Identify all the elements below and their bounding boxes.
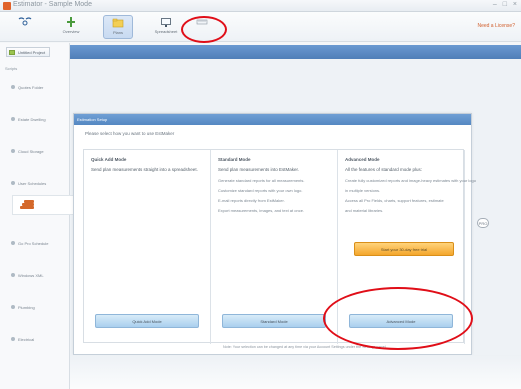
sidebar-header: Scripts	[5, 66, 18, 71]
sidebar-item-label: Electrical	[18, 336, 35, 342]
panel-subtitle: Send plan measurements into EstMaker.	[218, 167, 300, 172]
tool-measure[interactable]	[187, 15, 217, 39]
panel-bullet: in multiple versions.	[345, 188, 381, 193]
quick-add-mode-button[interactable]: Quick Add Mode	[95, 314, 199, 328]
sidebar-item[interactable]: Electrical	[11, 335, 66, 343]
spreadsheet-label: Spreadsheet	[154, 29, 178, 34]
sidebar-item-label: Go Pro Schedule	[18, 240, 49, 246]
bottom-area	[70, 355, 521, 389]
advanced-mode-button[interactable]: Advanced Mode	[349, 314, 453, 328]
sidebar-item-label: Estate Dwelling	[18, 116, 46, 122]
panel-bullet: Customize standard reports with your own…	[218, 188, 303, 193]
sidebar-bullet-icon	[11, 305, 15, 309]
sidebar-item[interactable]: User Schedules	[11, 179, 66, 187]
mode-panels: Quick Add Mode Send plan measurements st…	[83, 149, 476, 344]
panel-title: Quick Add Mode	[91, 157, 127, 162]
sidebar-bullet-icon	[11, 117, 15, 121]
sidebar-item[interactable]: Cloud Storage	[11, 147, 66, 155]
sidebar-bullet-icon	[11, 337, 15, 341]
dialog-note: Note: Your selection can be changed at a…	[223, 345, 387, 349]
panel-title: Advanced Mode	[345, 157, 380, 162]
sidebar-bullet-icon	[11, 85, 15, 89]
sidebar-item-label: Windows XML	[18, 272, 44, 278]
panel-bullet: Create fully customized reports and imag…	[345, 178, 476, 183]
tool-plans[interactable]: Plans	[103, 15, 133, 39]
sidebar-item-label: Quotes Folder	[18, 84, 44, 90]
plans-label: Plans	[112, 30, 123, 35]
sidebar-item-label: Plumbing	[18, 304, 35, 310]
dialog-prompt: Please select how you want to use EstMak…	[85, 131, 175, 136]
stack-icon[interactable]	[12, 195, 82, 215]
tool-spreadsheet[interactable]: Spreadsheet	[151, 15, 181, 39]
ribbon-toolbar: Overview Plans Spreadsheet Need a Licens…	[0, 12, 521, 42]
pro-badge-icon[interactable]: PRO	[477, 218, 489, 228]
panel-bullet: Access all Pro Fields, charts, support f…	[345, 198, 444, 203]
sidebar-item[interactable]: Go Pro Schedule	[11, 239, 66, 247]
sidebar: Untitled Project Scripts Quotes Folder E…	[0, 43, 70, 389]
ruler-icon	[195, 16, 209, 28]
panel-bullet: E-mail reports directly from EstMaker.	[218, 198, 285, 203]
window-title: Estimator - Sample Mode	[13, 1, 92, 8]
sidebar-bullet-icon	[11, 241, 15, 245]
sidebar-bullet-icon	[11, 149, 15, 153]
sidebar-item-label: Cloud Storage	[18, 148, 44, 154]
project-icon	[9, 50, 15, 55]
sidebar-item-label: User Schedules	[18, 180, 47, 186]
dialog-title: Estimation Setup	[74, 114, 471, 125]
sidebar-item[interactable]: Estate Dwelling	[11, 115, 66, 123]
sidebar-bullet-icon	[11, 181, 15, 185]
tool-options[interactable]	[10, 15, 40, 39]
stack-graphic	[20, 200, 38, 210]
panel-bullet: Generate standard reports for all measur…	[218, 178, 305, 183]
panel-bullet: Export measurements, images, and text at…	[218, 208, 305, 213]
overview-label: Overview	[62, 29, 80, 34]
help-link[interactable]: Need a License?	[477, 23, 515, 29]
project-button-label: Untitled Project	[18, 49, 46, 55]
title-bar: Estimator - Sample Mode – □ ×	[0, 0, 521, 12]
monitor-icon	[159, 16, 173, 28]
standard-mode-button[interactable]: Standard Mode	[222, 314, 326, 328]
mode-selection-dialog: Estimation Setup Please select how you w…	[73, 113, 476, 355]
tool-icon	[18, 16, 32, 28]
sidebar-item[interactable]: Quotes Folder	[11, 83, 66, 91]
panel-title: Standard Mode	[218, 157, 251, 162]
window-controls[interactable]: – □ ×	[493, 1, 519, 8]
folder-icon	[111, 17, 125, 29]
panel-subtitle: Send plan measurements straight into a s…	[91, 167, 198, 172]
tool-overview[interactable]: Overview	[56, 15, 86, 39]
sidebar-item[interactable]: Plumbing	[11, 303, 66, 311]
content-header	[70, 45, 521, 59]
pipe-icon	[64, 16, 78, 28]
tool-svg	[18, 17, 32, 26]
panel-bullet: and material libraries.	[345, 208, 384, 213]
sidebar-item[interactable]: Windows XML	[11, 271, 66, 279]
sidebar-bullet-icon	[11, 273, 15, 277]
panel-subtitle: All the features of standard mode plus:	[345, 167, 423, 172]
free-trial-button[interactable]: Start your 30-day free trial	[354, 242, 454, 256]
app-logo-icon	[3, 2, 11, 10]
app-window: Estimator - Sample Mode – □ × Overview P…	[0, 0, 521, 389]
project-button[interactable]: Untitled Project	[6, 47, 50, 57]
